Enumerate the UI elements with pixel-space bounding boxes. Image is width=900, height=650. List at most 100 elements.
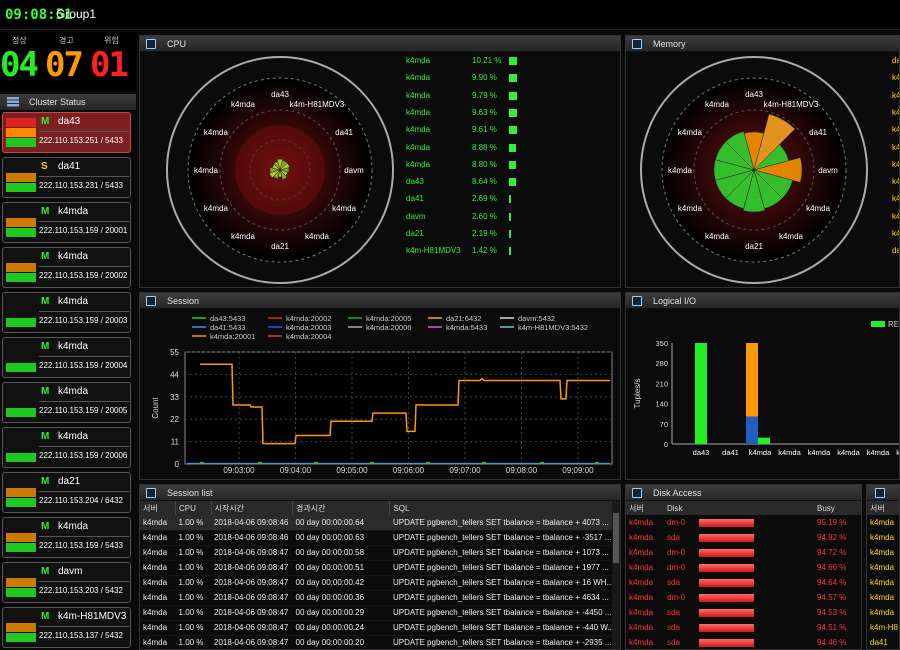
disk-row[interactable]: k4mda sda 94.51 % — [626, 620, 861, 635]
memory-indicator — [6, 398, 36, 407]
right-row[interactable]: k4mda — [867, 560, 899, 575]
session-row[interactable]: k4mda 1.00 % 2018-04-06 09:08:47 00 day 00:… — [140, 620, 620, 636]
right-row[interactable]: k4mda — [867, 575, 899, 590]
cpu-panel: CPU da43 k4m-H81MDV3 da41 davm k4mda k4mda da2… — [139, 35, 621, 288]
scrollbar-thumb[interactable] — [613, 513, 619, 563]
cpu-indicator — [6, 523, 36, 532]
node-role-badge: M — [41, 431, 50, 442]
cluster-node-card[interactable]: Mk4m-H81MDV3 222.110.153.137 / 5432 — [2, 607, 131, 648]
session-row[interactable]: k4mda 1.00 % 2018-04-06 09:08:46 00 day 00:… — [140, 530, 620, 546]
right-server: k4mda — [870, 578, 895, 587]
session-row[interactable]: k4mda 1.00 % 2018-04-06 09:08:46 00 day 00:… — [140, 515, 620, 531]
memory-indicator — [6, 578, 36, 587]
session-list-title: Session list — [167, 488, 213, 498]
right-server: k4mda — [870, 548, 895, 557]
radar-axis-label: k4mda — [668, 166, 693, 175]
panel-icon — [875, 488, 885, 498]
session-cell: UPDATE pgbench_tellers SET tbalance = tb… — [389, 605, 620, 621]
session-cell: k4mda — [140, 530, 176, 546]
y-axis-label: Count — [151, 397, 160, 419]
right-row[interactable]: k4m-H8 — [867, 620, 899, 635]
cluster-node-card[interactable]: Mk4mda 222.110.153.159 / 20004 — [2, 337, 131, 378]
x-tick-label: da43 — [693, 448, 710, 457]
disk-col-header[interactable] — [696, 501, 814, 515]
disk-row[interactable]: k4mda dm-0 94.72 % — [626, 545, 861, 560]
cluster-node-card[interactable]: Mk4mda 222.110.153.159 / 20001 — [2, 202, 131, 243]
session-col-header[interactable]: 시작시간 — [211, 501, 294, 515]
right-row[interactable]: k4mda — [867, 530, 899, 545]
session-row[interactable]: k4mda 1.00 % 2018-04-06 09:08:47 00 day 00:… — [140, 545, 620, 561]
disk-row[interactable]: k4mda dm-0 95.19 % — [626, 515, 861, 530]
node-role-badge: M — [41, 386, 50, 397]
disk-row[interactable]: k4mda sda 94.92 % — [626, 530, 861, 545]
session-cell: 2018-04-06 09:08:47 — [211, 590, 293, 606]
cluster-node-card[interactable]: Mdavm 222.110.153.203 / 5432 — [2, 562, 131, 603]
cluster-node-card[interactable]: Mk4mda 222.110.153.159 / 20002 — [2, 247, 131, 288]
legend-label: k4m-H81MDV3:5432 — [518, 323, 588, 332]
radar-axis-label: k4mda — [332, 204, 357, 213]
disk-col-header[interactable]: Disk — [664, 501, 696, 515]
session-cell: 2018-04-06 09:08:47 — [211, 635, 293, 649]
col-server[interactable]: 서버 — [867, 501, 899, 515]
disk-indicator — [6, 228, 36, 237]
disk-busy-bar-cell — [696, 620, 814, 635]
cpu-indicator — [6, 343, 36, 352]
session-cell: k4mda — [140, 545, 176, 561]
x-tick-label: 09:09:00 — [562, 466, 594, 475]
cluster-node-card[interactable]: Mda43 222.110.153.251 / 5433 — [2, 112, 131, 153]
memory-list-server: k4 — [892, 107, 900, 117]
disk-busy-bar-cell — [696, 545, 814, 560]
session-col-header[interactable]: CPU — [175, 501, 212, 515]
session-row[interactable]: k4mda 1.00 % 2018-04-06 09:08:47 00 day 00:… — [140, 560, 620, 576]
group-title[interactable]: Group1 — [56, 7, 96, 21]
cluster-node-card[interactable]: Mk4mda 222.110.153.159 / 5433 — [2, 517, 131, 558]
radar-axis-label: k4mda — [678, 204, 703, 213]
cpu-list-bar — [509, 160, 517, 169]
memory-list-server: k4 — [892, 211, 900, 221]
session-col-header[interactable]: 경과시간 — [292, 501, 391, 515]
cluster-node-card[interactable]: Mk4mda 222.110.153.159 / 20006 — [2, 427, 131, 468]
disk-row[interactable]: k4mda sda 94.53 % — [626, 605, 861, 620]
right-row[interactable]: k4mda — [867, 590, 899, 605]
right-row[interactable]: k4mda — [867, 545, 899, 560]
right-row[interactable]: k4mda — [867, 605, 899, 620]
session-col-header[interactable]: 서버 — [140, 501, 177, 515]
cluster-node-card[interactable]: Sda41 222.110.153.231 / 5433 — [2, 157, 131, 198]
bar-da43 — [695, 343, 707, 444]
memory-title: Memory — [653, 39, 686, 49]
legend-label: k4mda:20006 — [366, 323, 411, 332]
cpu-list-bar — [509, 212, 512, 221]
cpu-list-server: k4mda — [406, 107, 431, 117]
session-row[interactable]: k4mda 1.00 % 2018-04-06 09:08:47 00 day 00:… — [140, 590, 620, 606]
session-list-scrollbar[interactable] — [612, 501, 620, 649]
node-address: 222.110.153.231 / 5433 — [39, 181, 123, 190]
y-tick-label: 0 — [175, 460, 180, 469]
cluster-node-card[interactable]: Mk4mda 222.110.153.159 / 20005 — [2, 382, 131, 423]
disk-col-header[interactable]: Busy — [814, 501, 861, 515]
radar-axis-label: k4mda — [806, 204, 831, 213]
cluster-node-card[interactable]: Mda21 222.110.153.204 / 6432 — [2, 472, 131, 513]
session-col-header[interactable]: SQL — [389, 501, 620, 515]
session-row[interactable]: k4mda 1.00 % 2018-04-06 09:08:47 00 day 00:… — [140, 575, 620, 591]
series-point — [540, 462, 544, 464]
right-row[interactable]: da41 — [867, 635, 899, 649]
disk-row[interactable]: k4mda dm-0 94.57 % — [626, 590, 861, 605]
cluster-node-card[interactable]: Mk4mda 222.110.153.159 / 20003 — [2, 292, 131, 333]
session-cell: 2018-04-06 09:08:47 — [211, 620, 293, 636]
danger-count: 01 — [90, 45, 129, 85]
disk-row[interactable]: k4mda sda 94.46 % — [626, 635, 861, 649]
server-icon — [7, 97, 19, 107]
session-cell: 1.00 % — [175, 530, 212, 546]
session-cell: 00 day 00:00:00.36 — [292, 590, 390, 606]
session-row[interactable]: k4mda 1.00 % 2018-04-06 09:08:47 00 day 00:… — [140, 605, 620, 621]
right-row[interactable]: k4mda — [867, 515, 899, 530]
session-row[interactable]: k4mda 1.00 % 2018-04-06 09:08:47 00 day 00:… — [140, 635, 620, 649]
memory-indicator — [6, 128, 36, 137]
disk-row[interactable]: k4mda dm-0 94.66 % — [626, 560, 861, 575]
node-divider — [39, 581, 129, 582]
disk-server: k4mda — [629, 563, 654, 572]
session-cell: 2018-04-06 09:08:47 — [211, 545, 293, 561]
disk-row[interactable]: k4mda sda 94.64 % — [626, 575, 861, 590]
disk-server: k4mda — [629, 623, 654, 632]
disk-col-header[interactable]: 서버 — [626, 501, 664, 515]
